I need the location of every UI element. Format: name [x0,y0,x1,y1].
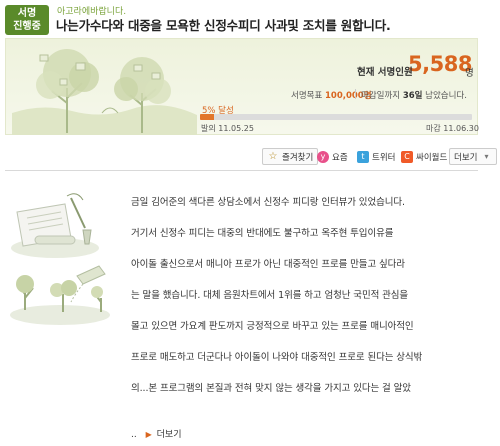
bookmark-button[interactable]: ☆ 즐겨찾기 [262,148,319,165]
status-badge: 서명 진행중 [5,5,49,35]
signature-goal: 서명목표 100,000명 [291,89,372,101]
divider [5,170,478,171]
deadline-label: 마감일까지 [361,91,401,101]
body-line: 아이돌 출신으로서 매니아 프로가 아닌 대중적인 프로를 만들고 싶다라 [131,259,405,270]
twitter-label: 트위터 [372,152,396,163]
body-line: 는 말을 했습니다. 대체 음원차트에서 1위를 하고 엄청난 국민적 관심을 [131,290,409,301]
start-prefix: 발의 [201,124,216,133]
end-prefix: 마감 [426,124,441,133]
petition-title: 나는가수다와 대중을 모욕한 신정수피디 사과및 조치를 원합니다. [56,18,391,33]
bookmark-label: 즐겨찾기 [282,152,314,163]
chevron-down-icon: ▾ [484,152,489,161]
deadline-info: 마감일까지 36일 남았습니다. [361,89,467,101]
stat-divider [355,89,356,99]
current-signers-count: 5,588 [408,52,472,76]
status-badge-line2: 진행중 [13,21,41,32]
share-yozm-button[interactable]: y 요즘 [317,148,348,165]
deadline-days: 36일 [402,91,423,101]
share-twitter-button[interactable]: t 트위터 [357,148,395,165]
twitter-icon: t [357,150,369,163]
deadline-suffix: 남았습니다. [425,91,467,101]
cyworld-label: 싸이월드 [416,152,448,163]
share-cyworld-button[interactable]: C 싸이월드 [401,148,447,165]
read-more-ellipsis: .. [131,430,137,440]
body-line: 몰고 있으면 가요계 판도까지 긍정적으로 바꾸고 있는 프로를 매니아적인 [131,321,414,332]
yozm-icon: y [317,150,329,163]
current-signers-unit: 명 [465,68,474,79]
body-line: 금일 김어준의 색다른 상담소에서 신정수 피디랑 인터뷰가 있었습니다. [131,197,405,208]
share-more-label: 더보기 [454,152,478,163]
end-date: 마감 11.06.30 [426,123,479,134]
current-signers-label-top: 현재 서명인원 [357,67,413,78]
yozm-label: 요즘 [332,152,348,163]
petition-body: 금일 김어준의 색다른 상담소에서 신정수 피디랑 인터뷰가 있었습니다. 거기… [131,195,483,412]
share-more-button[interactable]: 더보기 ▾ [449,148,498,165]
goal-label: 서명목표 [291,91,323,101]
progress-bar-fill [200,114,214,120]
star-icon: ☆ [268,151,278,162]
arrow-right-icon: ▶ [145,430,152,439]
status-badge-line1: 서명 [17,8,37,19]
body-line: 거기서 신정수 피디는 대중의 반대에도 불구하고 옥주현 투입이유를 [131,228,394,239]
petition-illustration [5,190,120,330]
progress-bar [200,114,472,120]
read-more-link[interactable]: .. ▶ 더보기 [131,427,181,440]
end-date-value: 11.06.30 [443,124,479,133]
cyworld-icon: C [401,150,413,163]
share-bar: ☆ 즐겨찾기 y 요즘 t 트위터 C 싸이월드 더보기 ▾ [5,146,498,166]
body-line: 프로로 매도하고 더군다나 아이돌이 나와야 대중적인 프로로 된다는 상식밖 [131,352,423,363]
tree-illustration [12,49,197,135]
body-line: 의...본 프로그램의 본질과 전혀 맞지 않는 생각을 가지고 있다는 걸 알… [131,383,411,394]
start-date: 발의 11.05.25 [201,123,254,134]
read-more-label: 더보기 [156,430,182,440]
start-date-value: 11.05.25 [218,124,254,133]
